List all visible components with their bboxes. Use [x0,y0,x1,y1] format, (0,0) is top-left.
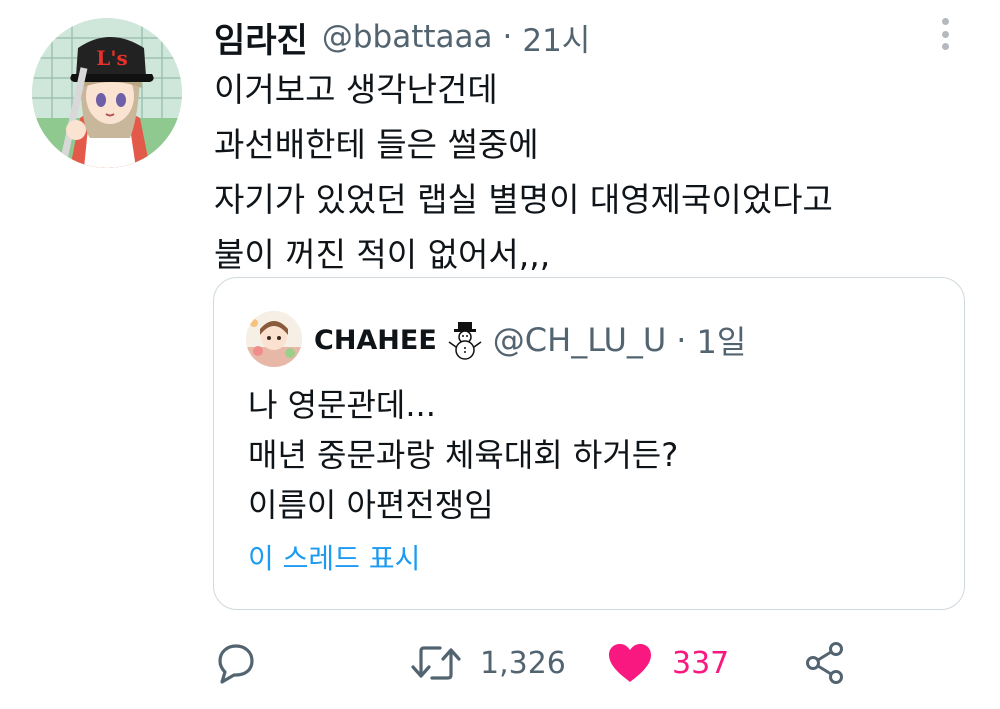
more-dot [941,43,949,50]
like-button[interactable]: 337 [606,641,729,685]
author-avatar[interactable]: L's [32,18,182,168]
heart-icon [609,644,651,682]
retweet-count: 1,326 [480,645,566,681]
svg-text:L's: L's [96,46,127,70]
quoted-author-avatar[interactable] [246,311,302,367]
more-dot [941,30,949,38]
avatar-image: L's [32,18,182,168]
tweet-header: 임라진 @bbattaaa · 21시 [214,12,590,62]
tweet-line: 과선배한테 들은 썰중에 [214,125,539,164]
quoted-avatar-image [246,311,302,367]
tweet-text: 이거보고 생각난건데 과선배한테 들은 썰중에 자기가 있었던 랩실 별명이 대… [214,62,833,282]
quoted-tweet-card[interactable]: CHAHEE @CH_LU_U · 1일 나 영문관데... 매년 중문과랑 체… [213,277,965,610]
more-dot [941,18,949,25]
quoted-timestamp: 1일 [696,323,747,361]
quoted-author-name: CHAHEE [314,324,437,356]
tweet-line: 자기가 있었던 랩실 별명이 대영제국이었다고 [214,180,833,219]
snowman-icon [448,322,482,360]
quoted-tweet-header: CHAHEE @CH_LU_U · 1일 [314,315,746,365]
header-separator: · [502,19,513,55]
quoted-author-handle: @CH_LU_U [492,321,667,359]
show-thread-link[interactable]: 이 스레드 표시 [248,537,420,577]
share-icon [806,642,843,684]
quoted-header-separator: · [676,321,687,359]
share-button[interactable] [803,641,847,685]
author-handle[interactable]: @bbattaaa [322,19,493,55]
quoted-line: 매년 중문과랑 체육대회 하거든? [248,436,679,474]
reply-button[interactable] [214,641,258,685]
tweet-line: 불이 꺼진 적이 없어서,,, [214,235,551,274]
author-name[interactable]: 임라진 [214,13,308,62]
tweet-line: 이거보고 생각난건데 [214,70,498,109]
more-options-icon[interactable] [930,14,960,54]
quoted-line: 나 영문관데... [248,386,436,424]
retweet-icon [411,646,461,680]
quoted-line: 이름이 아편전쟁임 [248,486,494,524]
like-count: 337 [672,645,730,681]
tweet-timestamp[interactable]: 21시 [522,15,590,60]
retweet-button[interactable]: 1,326 [410,641,566,685]
reply-icon [218,644,254,684]
quoted-tweet-text: 나 영문관데... 매년 중문과랑 체육대회 하거든? 이름이 아편전쟁임 [248,380,678,530]
tweet-actions-bar: 1,326 337 [0,630,1000,700]
